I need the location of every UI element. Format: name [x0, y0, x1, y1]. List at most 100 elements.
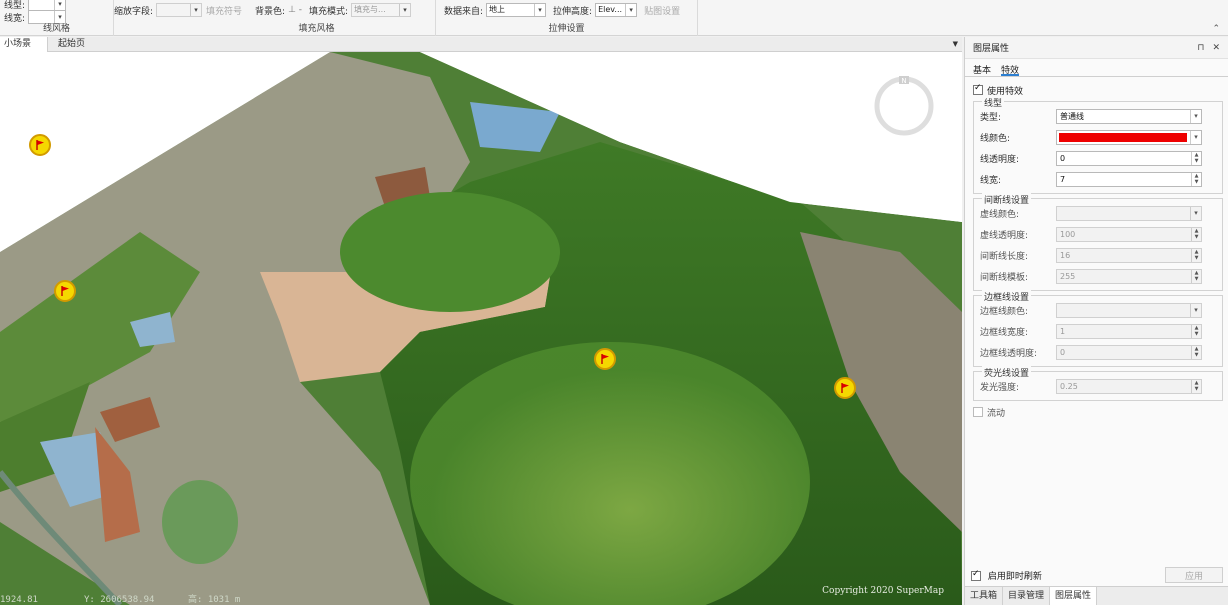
fill-symbol-button[interactable]: 填充符号 — [206, 4, 242, 17]
tab-toolbox[interactable]: 工具箱 — [965, 587, 1004, 605]
tab-dropdown-icon[interactable]: ▼ — [953, 40, 958, 48]
extrude-height-value: Elev... — [598, 5, 623, 14]
layer-properties-panel: 图层属性 ⊓ ✕ 基本 特效 使用特效 线型 类型: 普通线▾ 线颜色: — [964, 37, 1228, 605]
field-label: 虚线透明度: — [980, 231, 1029, 241]
texture-settings-button[interactable]: 贴图设置 — [644, 4, 680, 17]
document-tabs: 小场景✕ 起始页 ▼ — [0, 37, 962, 64]
dash-pattern-value: 255 — [1060, 272, 1076, 281]
panel-subtabs: 基本 特效 — [965, 59, 1228, 77]
close-icon[interactable]: ✕ — [1212, 43, 1220, 53]
tab-effects[interactable]: 特效 — [1001, 63, 1020, 76]
flag-marker-icon[interactable] — [29, 134, 51, 156]
pin-icon[interactable]: ⊓ — [1197, 43, 1204, 53]
realtime-refresh-checkbox[interactable] — [971, 569, 981, 581]
field-label: 虚线颜色: — [980, 210, 1020, 220]
svg-text:N: N — [901, 77, 906, 85]
flag-marker-icon[interactable] — [594, 348, 616, 370]
line-kind-select[interactable]: 普通线 ▾ — [1056, 109, 1202, 124]
group-title: 间断线设置 — [982, 193, 1032, 206]
group-title: 边框线设置 — [982, 290, 1032, 303]
glow-line-group: 荧光线设置 发光强度: 0.25 ▲ ▼ — [973, 366, 1223, 401]
field-label: 边框线颜色: — [980, 307, 1029, 317]
line-width-spinner[interactable]: 7 ▲ ▼ — [1056, 172, 1202, 187]
extrude-height-combo[interactable]: Elev... ▾ — [595, 3, 638, 17]
line-kind-value: 普通线 — [1060, 112, 1084, 121]
bg-color-icon[interactable]: ⊥ - — [288, 5, 302, 15]
tab-layer-properties[interactable]: 图层属性 — [1050, 587, 1098, 605]
field-label: 边框线透明度: — [980, 349, 1038, 359]
ribbon-group-fill-style: 填充符号 背景色: ⊥ - 填充模式: 填充与... ▾ 填充风格 — [198, 0, 436, 36]
tab-catalog[interactable]: 目录管理 — [1003, 587, 1051, 605]
field-label: 间断线长度: — [980, 252, 1029, 262]
bg-color-label: 背景色: — [255, 6, 286, 17]
dash-opacity-spinner[interactable]: 100 ▲ ▼ — [1056, 227, 1202, 242]
tab-small-scene[interactable]: 小场景✕ — [0, 37, 48, 64]
border-line-group: 边框线设置 边框线颜色: ▾ 边框线宽度: 1 ▲ ▼ 边框线透明度: 0 ▲ ▼ — [973, 290, 1223, 367]
data-source-label: 数据来自: — [444, 6, 484, 17]
effects-content: 使用特效 线型 类型: 普通线▾ 线颜色: ▾ 线透明度: 0▲▼ — [973, 83, 1223, 421]
fill-mode-combo[interactable]: 填充与... ▾ — [351, 3, 412, 17]
terrain-scene-image — [0, 52, 962, 605]
scene-viewport[interactable]: N Copyright 2020 SuperMap 1924.81 Y: 260… — [0, 52, 962, 605]
panel-title: 图层属性 — [973, 44, 1010, 54]
line-color-picker[interactable]: ▾ — [1056, 130, 1202, 145]
flag-marker-icon[interactable] — [834, 377, 856, 399]
dash-length-spinner[interactable]: 16 ▲ ▼ — [1056, 248, 1202, 263]
use-effect-row[interactable]: 使用特效 — [973, 83, 1223, 97]
glow-strength-spinner[interactable]: 0.25 ▲ ▼ — [1056, 379, 1202, 394]
compass-icon[interactable]: N — [872, 74, 936, 138]
use-effect-label: 使用特效 — [987, 86, 1024, 97]
extrude-height-label: 拉伸高度: — [553, 6, 593, 17]
border-opacity-value: 0 — [1060, 348, 1066, 357]
ribbon-group-scale: 缩放字段: ▾ — [114, 0, 203, 36]
field-label: 间断线模板: — [980, 273, 1029, 283]
dash-color-picker[interactable]: ▾ — [1056, 206, 1202, 221]
dash-opacity-value: 100 — [1060, 230, 1076, 239]
use-effect-checkbox[interactable] — [973, 83, 983, 95]
status-height: 高: 1031 m — [188, 595, 241, 605]
scale-field-label: 缩放字段: — [114, 6, 154, 17]
tab-basic[interactable]: 基本 — [973, 63, 991, 76]
flow-checkbox[interactable] — [973, 407, 983, 417]
line-color-swatch — [1059, 133, 1187, 142]
line-opacity-spinner[interactable]: 0 ▲ ▼ — [1056, 151, 1202, 166]
apply-button[interactable]: 应用 — [1165, 567, 1223, 583]
group-title: 荧光线设置 — [982, 366, 1032, 379]
dash-pattern-spinner[interactable]: 255 ▲ ▼ — [1056, 269, 1202, 284]
border-color-picker[interactable]: ▾ — [1056, 303, 1202, 318]
border-opacity-spinner[interactable]: 0 ▲ ▼ — [1056, 345, 1202, 360]
border-width-value: 1 — [1060, 327, 1066, 336]
tab-label: 小场景 — [4, 39, 32, 49]
dash-length-value: 16 — [1060, 251, 1071, 260]
extrude-group-title: 拉伸设置 — [548, 24, 585, 34]
realtime-refresh-label: 启用即时刷新 — [987, 571, 1042, 582]
field-label: 类型: — [980, 113, 1002, 123]
status-x: 1924.81 — [0, 595, 38, 605]
ribbon-group-extrude: 数据来自: 地上 ▾ 拉伸高度: Elev... ▾ 贴图设置 拉伸设置 — [436, 0, 698, 36]
data-source-combo[interactable]: 地上 ▾ — [486, 3, 547, 17]
line-style-group-title: 线风格 — [42, 24, 70, 34]
ribbon-group-line-style: 线型: ▾ 线宽: ▾ 线风格 — [0, 0, 114, 36]
panel-header: 图层属性 ⊓ ✕ — [965, 37, 1228, 59]
group-title: 线型 — [982, 96, 1005, 109]
flag-marker-icon[interactable] — [54, 280, 76, 302]
scale-field-combo[interactable]: ▾ — [156, 3, 203, 17]
ribbon: 线型: ▾ 线宽: ▾ 线风格 缩放字段: ▾ 填充符号 背景色: ⊥ - 填充… — [0, 0, 1228, 36]
flow-row[interactable]: 流动 — [973, 403, 1223, 421]
field-label: 边框线宽度: — [980, 328, 1029, 338]
dash-line-group: 间断线设置 虚线颜色: ▾ 虚线透明度: 100 ▲ ▼ 间断线长度: 16 ▲ ▼ 间… — [973, 193, 1223, 291]
tab-start-page[interactable]: 起始页 — [54, 37, 89, 52]
data-source-value: 地上 — [489, 5, 506, 14]
panel-bottom-tabs: 工具箱 目录管理 图层属性 — [965, 586, 1228, 605]
flow-label: 流动 — [987, 408, 1006, 419]
line-width-value: 7 — [1060, 175, 1066, 184]
ribbon-collapse-icon[interactable]: ⌃ — [1212, 24, 1220, 34]
realtime-refresh-row[interactable]: 启用即时刷新 — [971, 569, 1042, 582]
field-label: 线颜色: — [980, 134, 1011, 144]
panel-footer: 启用即时刷新 应用 — [965, 565, 1228, 585]
status-y: Y: 2606538.94 — [84, 595, 155, 605]
tab-label: 起始页 — [58, 39, 86, 49]
fill-style-group-title: 填充风格 — [298, 24, 335, 34]
line-type-label: 线型: — [4, 0, 26, 11]
border-width-spinner[interactable]: 1 ▲ ▼ — [1056, 324, 1202, 339]
